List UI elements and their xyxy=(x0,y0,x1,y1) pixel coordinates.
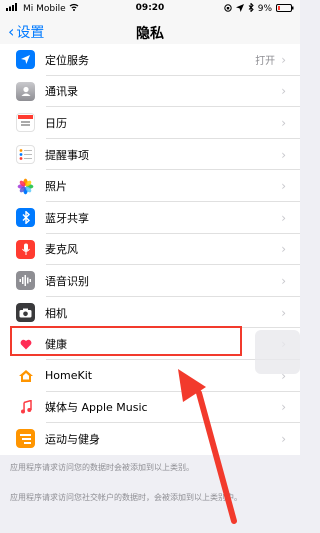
annotation-arrow xyxy=(178,369,237,524)
